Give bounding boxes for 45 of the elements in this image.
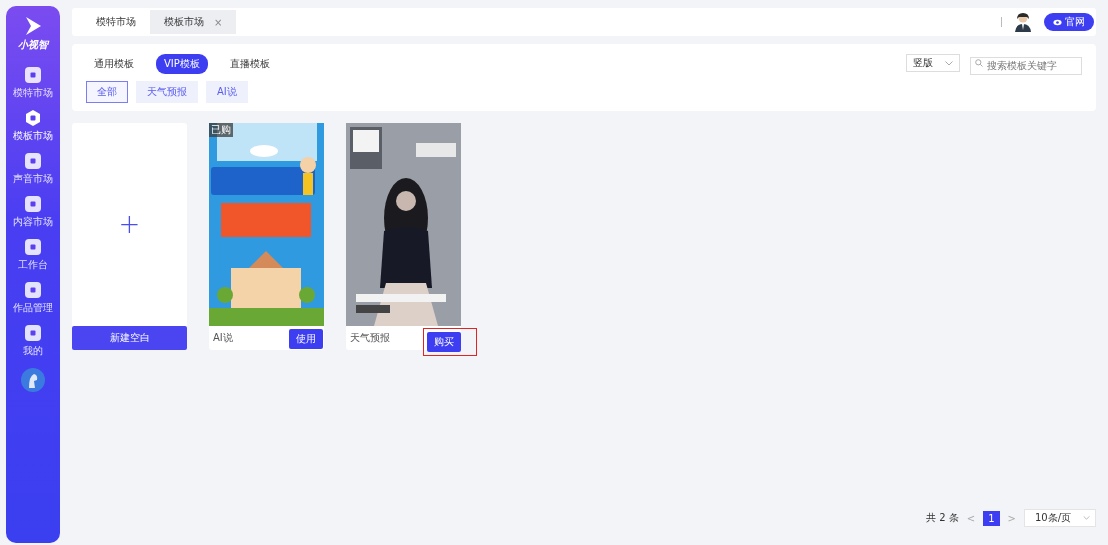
plus-icon: +: [118, 209, 141, 239]
template-name: AI说: [213, 330, 233, 345]
nav-item[interactable]: 内容市场: [6, 194, 60, 230]
nav-item[interactable]: 我的: [6, 323, 60, 359]
nav-icon: [24, 195, 42, 213]
nav-icon: [24, 109, 42, 127]
filter-tag[interactable]: AI说: [206, 80, 248, 103]
purchased-badge: 已购: [209, 122, 233, 137]
template-action-button[interactable]: 购买: [427, 331, 461, 352]
search-field[interactable]: 搜索模板关键字: [970, 56, 1082, 75]
logo-text: 小视智: [18, 38, 48, 52]
nav-item[interactable]: 作品管理: [6, 280, 60, 316]
new-blank-button[interactable]: 新建空白: [72, 325, 187, 350]
category-tab[interactable]: VIP模板: [156, 54, 208, 75]
search-icon: [975, 59, 983, 67]
page-size-select[interactable]: 10条/页: [1024, 509, 1096, 527]
filter-tag[interactable]: 全部: [86, 80, 128, 103]
nav-icon: [24, 281, 42, 299]
avatar-icon[interactable]: [21, 368, 45, 392]
category-tab[interactable]: 直播模板: [221, 54, 278, 75]
page-tab[interactable]: 模特市场: [82, 10, 150, 34]
nav-icon: [24, 66, 42, 84]
template-name: 天气预报: [350, 330, 390, 345]
website-button[interactable]: 官网: [1044, 13, 1094, 31]
nav-item[interactable]: 声音市场: [6, 151, 60, 187]
logo-icon: [24, 16, 42, 36]
user-avatar-icon[interactable]: [1014, 12, 1032, 32]
category-tab[interactable]: 通用模板: [86, 54, 142, 75]
total-count: 共 2 条: [926, 511, 959, 525]
nav-icon: [24, 152, 42, 170]
nav-item[interactable]: 模板市场: [6, 108, 60, 144]
filter-tag[interactable]: 天气预报: [136, 80, 198, 103]
chevron-down-icon: [1083, 516, 1090, 520]
nav-icon: [24, 238, 42, 256]
template-action-button[interactable]: 使用: [289, 328, 323, 349]
close-icon[interactable]: ×: [214, 16, 223, 28]
page-tab[interactable]: 模板市场 ×: [150, 10, 237, 34]
nav-item[interactable]: 模特市场: [6, 65, 60, 101]
eye-icon: [1053, 17, 1062, 27]
nav-item[interactable]: 工作台: [6, 237, 60, 273]
new-template-card[interactable]: + 新建空白: [72, 122, 187, 350]
page-number[interactable]: 1: [983, 510, 1000, 526]
nav-icon: [24, 324, 42, 342]
orientation-select[interactable]: 竖版: [906, 54, 960, 72]
chevron-down-icon: [945, 60, 953, 66]
